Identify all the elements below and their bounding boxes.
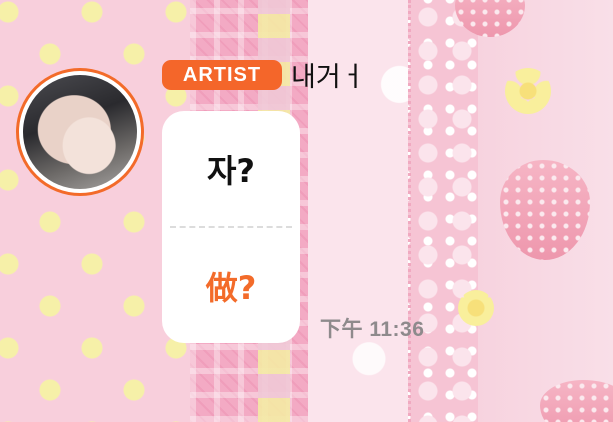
profile-photo-icon	[23, 75, 137, 189]
flower-decoration	[458, 290, 494, 326]
sender-avatar[interactable]	[16, 68, 144, 196]
message-timestamp: 下午 11:36	[320, 318, 425, 341]
artist-badge: ARTIST	[162, 60, 282, 90]
flower-decoration	[505, 68, 551, 114]
message-translated-text: 做?	[205, 268, 257, 307]
message-original-text: 자?	[206, 151, 255, 190]
sender-name[interactable]: 내거ㅓ	[291, 56, 366, 93]
message-bubble[interactable]: 자? 做?	[162, 111, 300, 343]
wallpaper-lace-strip	[408, 0, 484, 422]
